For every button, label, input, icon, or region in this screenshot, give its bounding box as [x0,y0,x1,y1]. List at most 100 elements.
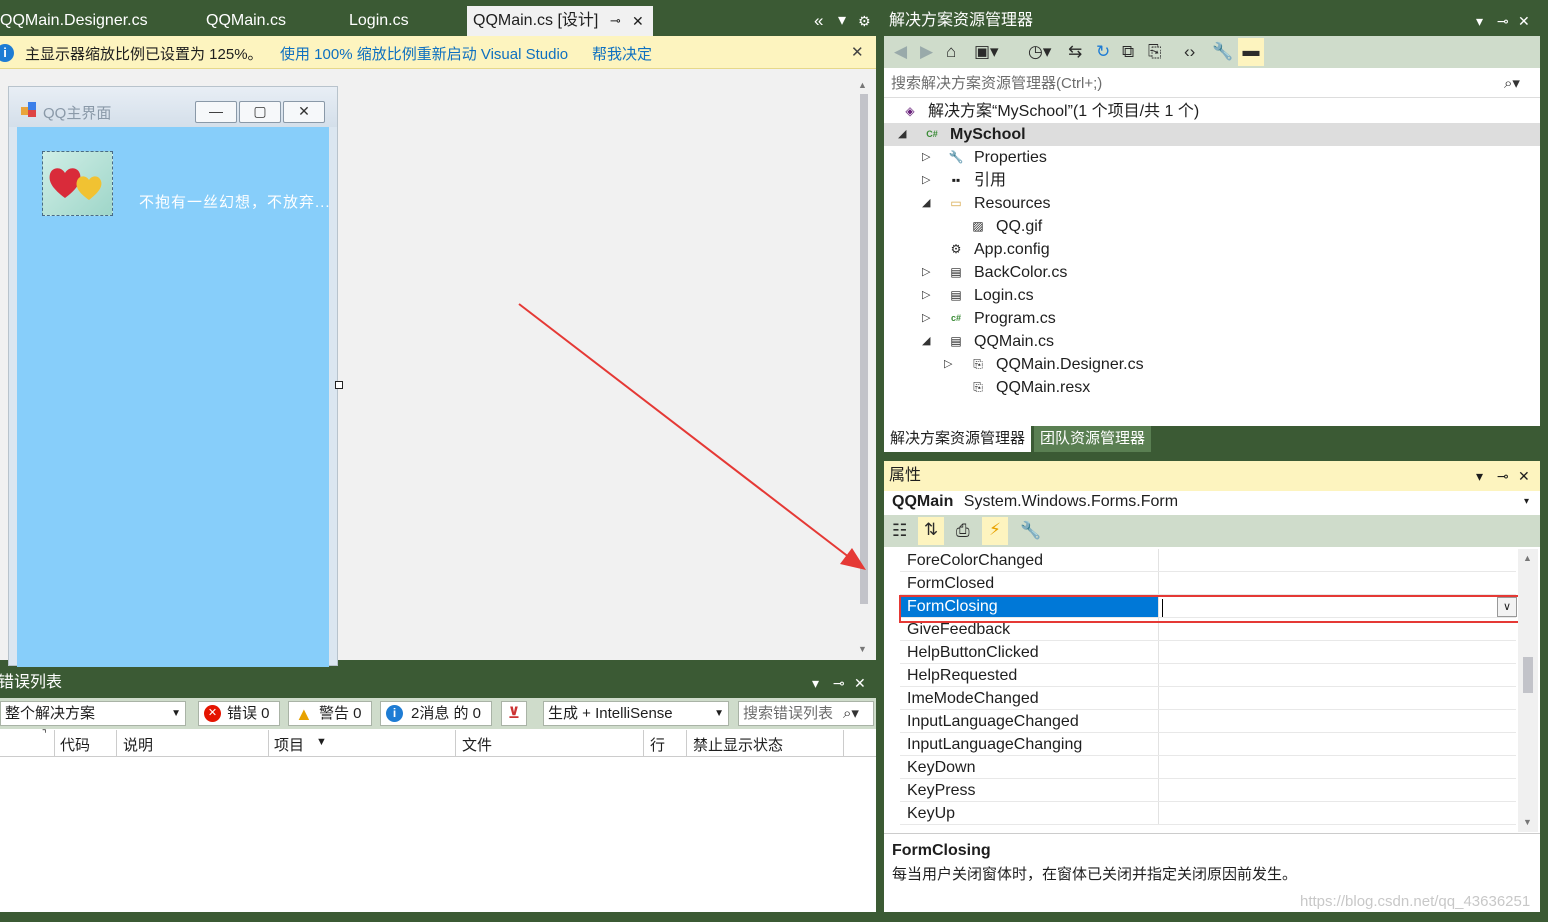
tree-expander-icon[interactable]: ▷ [944,353,952,376]
filter-icon[interactable]: ⊻ [501,701,527,726]
property-value[interactable] [1160,618,1516,640]
property-row[interactable]: KeyPress [900,779,1516,802]
pending-changes-icon[interactable]: ◷▾ [1028,42,1051,62]
property-row[interactable]: HelpButtonClicked [900,641,1516,664]
property-value[interactable] [1160,756,1516,778]
back-icon[interactable]: ◀ [894,42,907,62]
col-code[interactable]: 代码 [60,734,90,755]
tree-expander-icon[interactable]: ◢ [922,330,930,353]
close-icon[interactable]: ✕ [854,668,866,698]
tree-item[interactable]: ⎘ QQMain.resx [884,376,1540,399]
property-value[interactable] [1160,572,1516,594]
tree-expander-icon[interactable]: ◢ [898,123,906,146]
col-project[interactable]: 项目 [274,734,304,755]
property-pages-icon[interactable]: ⎙ [956,521,970,541]
property-row[interactable]: ImeModeChanged [900,687,1516,710]
property-row[interactable]: InputLanguageChanged [900,710,1516,733]
wrench-icon[interactable]: 🔧 [1212,42,1233,62]
column-marker-icon: ⌝ [42,729,47,740]
pin-icon[interactable]: ⊸ [833,668,845,698]
tree-item[interactable]: ◢ C# MySchool [884,123,1540,146]
property-row[interactable]: HelpRequested [900,664,1516,687]
events-icon[interactable]: ⚡ [982,517,1008,545]
col-file[interactable]: 文件 [462,734,492,755]
pin-icon[interactable]: ⊸ [1497,6,1509,36]
form-file-icon: ▤ [950,334,962,348]
scroll-down-icon[interactable]: ▼ [1523,817,1532,827]
messages-filter-button[interactable]: i 2消息 的 0 [380,701,492,726]
property-value[interactable] [1160,664,1516,686]
view-code-icon[interactable]: ‹› [1184,42,1195,62]
error-search-input[interactable]: 搜索错误列表 ⌕▾ [738,701,874,726]
warnings-filter-button[interactable]: ▲ 警告 0 [288,701,372,726]
sync-icon[interactable]: ⇆ [1068,42,1082,62]
property-value[interactable] [1160,595,1516,617]
property-value[interactable] [1160,687,1516,709]
collapse-all-icon[interactable]: ⧉ [1122,42,1134,62]
tree-item[interactable]: ▨ QQ.gif [884,215,1540,238]
tree-expander-icon[interactable]: ▷ [922,307,930,330]
tree-expander-icon[interactable]: ▷ [922,284,930,307]
col-suppression-state[interactable]: 禁止显示状态 [693,734,783,755]
wrench-icon[interactable]: 🔧 [1020,521,1041,541]
tree-item[interactable]: ◢ ▤ QQMain.cs [884,330,1540,353]
errors-filter-button[interactable]: ✕ 错误 0 [198,701,280,726]
property-row[interactable]: KeyUp [900,802,1516,825]
categorized-icon[interactable]: ☷ [892,521,907,541]
property-value[interactable] [1160,779,1516,801]
close-icon[interactable]: ✕ [1518,6,1530,36]
property-row[interactable]: FormClosed [900,572,1516,595]
scroll-thumb[interactable] [1523,657,1533,693]
forward-icon[interactable]: ▶ [920,42,933,62]
home-icon[interactable]: ⌂ [946,42,956,62]
property-value[interactable] [1160,549,1516,571]
property-value[interactable] [1160,641,1516,663]
preview-icon[interactable]: ▬ [1238,38,1264,66]
event-handler-dropdown-button[interactable]: ∨ [1497,597,1517,617]
refresh-icon[interactable]: ↻ [1096,42,1110,62]
build-filter-select[interactable]: 生成 + IntelliSense ▼ [543,701,729,726]
solution-search-input[interactable]: 搜索解决方案资源管理器(Ctrl+;) ⌕▾ [884,70,1540,98]
scroll-up-icon[interactable]: ▲ [1523,553,1532,563]
show-all-files-icon[interactable]: ⎘ [1148,42,1162,62]
close-icon[interactable]: ✕ [1518,461,1530,491]
scope-select[interactable]: 整个解决方案 ▼ [0,701,186,726]
tab-solution-explorer[interactable]: 解决方案资源管理器 [884,426,1032,452]
property-name: InputLanguageChanged [900,710,1159,732]
tab-team-explorer[interactable]: 团队资源管理器 [1034,426,1152,452]
tree-item[interactable]: ▷ ⎘ QQMain.Designer.cs [884,353,1540,376]
dropdown-icon[interactable]: ▾ [1476,461,1483,491]
tree-item[interactable]: ▷ ▤ BackColor.cs [884,261,1540,284]
tree-item[interactable]: ◈ 解决方案“MySchool”(1 个项目/共 1 个) [884,100,1540,123]
alphabetical-icon[interactable]: ⇅ [918,517,944,545]
tree-item[interactable]: ◢ ▭ Resources [884,192,1540,215]
properties-scrollbar[interactable]: ▲ ▼ [1518,549,1538,832]
property-row[interactable]: GiveFeedback [900,618,1516,641]
property-row[interactable]: KeyDown [900,756,1516,779]
property-row[interactable]: FormClosing [900,595,1516,618]
property-value[interactable] [1160,802,1516,824]
property-row[interactable]: ForeColorChanged [900,549,1516,572]
tree-expander-icon[interactable]: ▷ [922,146,930,169]
annotation-arrow [518,303,866,570]
chevron-down-icon[interactable]: ▼ [316,736,327,748]
dropdown-icon[interactable]: ▾ [812,668,819,698]
tree-item[interactable]: ▷ ▪▪ 引用 [884,169,1540,192]
tree-item[interactable]: ▷ ▤ Login.cs [884,284,1540,307]
pin-icon[interactable]: ⊸ [1497,461,1509,491]
object-selector[interactable]: QQMain System.Windows.Forms.Form ▾ [884,489,1540,515]
col-line[interactable]: 行 [650,734,665,755]
switch-views-icon[interactable]: ▣▾ [974,42,999,62]
tree-item[interactable]: ▷ 🔧 Properties [884,146,1540,169]
property-value[interactable] [1160,710,1516,732]
tree-item[interactable]: ▷ c# Program.cs [884,307,1540,330]
tree-item[interactable]: ⚙ App.config [884,238,1540,261]
property-row[interactable]: InputLanguageChanging [900,733,1516,756]
tree-expander-icon[interactable]: ▷ [922,169,930,192]
dropdown-icon[interactable]: ▾ [1476,6,1483,36]
col-description[interactable]: 说明 [123,734,153,755]
property-value[interactable] [1160,733,1516,755]
property-name: GiveFeedback [900,618,1159,640]
tree-expander-icon[interactable]: ◢ [922,192,930,215]
tree-expander-icon[interactable]: ▷ [922,261,930,284]
